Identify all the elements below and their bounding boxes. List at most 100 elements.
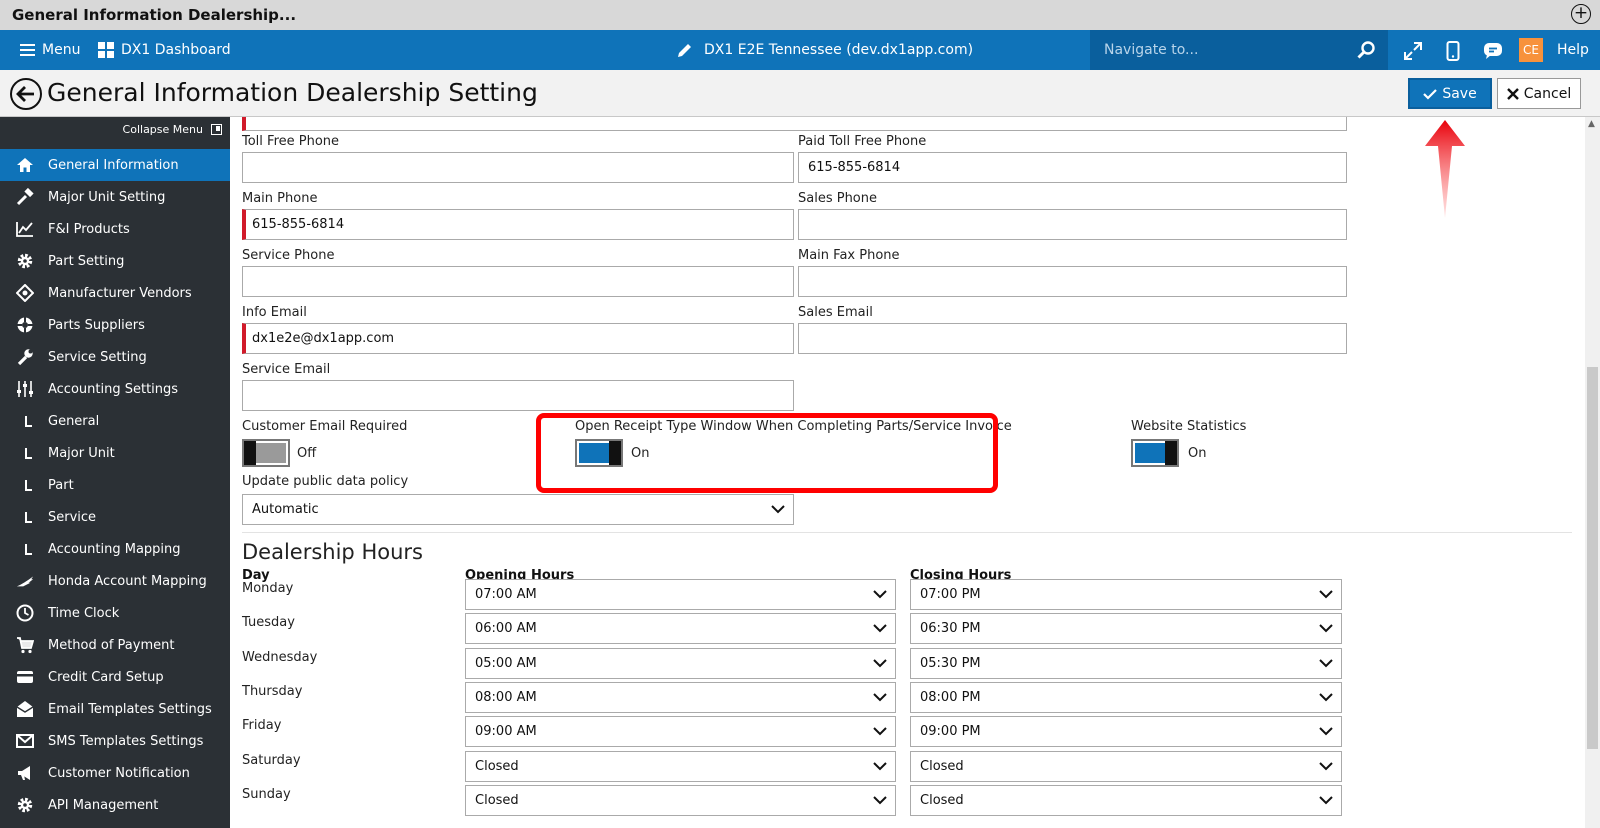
update-public-data-policy-select[interactable]: Automatic bbox=[242, 494, 794, 525]
mobile-phone-icon[interactable] bbox=[1442, 40, 1464, 62]
chevron-down-icon bbox=[1319, 796, 1333, 805]
sidebar-item-credit-card-setup[interactable]: Credit Card Setup bbox=[0, 661, 230, 693]
sidebar-item-customer-notification[interactable]: Customer Notification bbox=[0, 757, 230, 789]
main-fax-phone-label: Main Fax Phone bbox=[798, 248, 900, 263]
opening-hours-value: Closed bbox=[475, 758, 519, 774]
clock-icon bbox=[16, 604, 34, 622]
info-email-label: Info Email bbox=[242, 305, 307, 320]
sales-phone-input[interactable] bbox=[798, 209, 1347, 240]
closing-hours-select-monday[interactable]: 07:00 PM bbox=[910, 579, 1342, 610]
cancel-label: Cancel bbox=[1523, 85, 1572, 102]
chevron-down-icon bbox=[873, 658, 887, 668]
opening-hours-select-friday[interactable]: 09:00 AM bbox=[465, 716, 896, 748]
back-button[interactable] bbox=[10, 78, 42, 110]
navigate-input[interactable] bbox=[1104, 39, 1344, 61]
sidebar-item-part[interactable]: Part bbox=[0, 469, 230, 501]
sidebar-item-parts-suppliers[interactable]: Parts Suppliers bbox=[0, 309, 230, 341]
sidebar-item-major-unit-setting[interactable]: Major Unit Setting bbox=[0, 181, 230, 213]
sidebar-item-general[interactable]: General bbox=[0, 405, 230, 437]
scrollbar-thumb[interactable] bbox=[1587, 367, 1598, 749]
site-selector[interactable]: DX1 E2E Tennessee (dev.dx1app.com) bbox=[676, 30, 973, 70]
vertical-scrollbar[interactable]: ▲ bbox=[1585, 117, 1600, 828]
sidebar-item-email-templates-settings[interactable]: Email Templates Settings bbox=[0, 693, 230, 725]
credit-card-icon bbox=[16, 668, 34, 686]
lifebuoy-icon bbox=[16, 316, 34, 334]
sidebar-item-time-clock[interactable]: Time Clock bbox=[0, 597, 230, 629]
home-icon bbox=[16, 156, 34, 174]
sub-item-icon bbox=[16, 412, 34, 430]
paid-toll-free-phone-label: Paid Toll Free Phone bbox=[798, 134, 927, 149]
collapse-panel-icon bbox=[211, 124, 222, 135]
main-fax-phone-input[interactable] bbox=[798, 266, 1347, 297]
sidebar: Collapse Menu General Information Major U… bbox=[0, 117, 230, 828]
new-tab-plus-icon[interactable]: + bbox=[1571, 4, 1591, 24]
main-phone-input[interactable]: 615-855-6814 bbox=[242, 209, 794, 240]
sidebar-item-honda-account-mapping[interactable]: Honda Account Mapping bbox=[0, 565, 230, 597]
opening-hours-value: 05:00 AM bbox=[475, 655, 537, 671]
sidebar-item-accounting-settings[interactable]: Accounting Settings bbox=[0, 373, 230, 405]
website-statistics-state: On bbox=[1188, 446, 1207, 461]
wrench-icon bbox=[16, 348, 34, 366]
search-icon[interactable] bbox=[1356, 40, 1376, 60]
closing-hours-value: 09:00 PM bbox=[920, 724, 981, 740]
closing-hours-select-wednesday[interactable]: 05:30 PM bbox=[910, 647, 1342, 679]
fullscreen-icon[interactable] bbox=[1402, 40, 1424, 62]
sidebar-item-label: Accounting Mapping bbox=[48, 541, 181, 557]
sidebar-item-part-setting[interactable]: Part Setting bbox=[0, 245, 230, 277]
sidebar-item-general-information[interactable]: General Information bbox=[0, 149, 230, 181]
chat-icon[interactable] bbox=[1482, 40, 1504, 62]
sidebar-item-service-setting[interactable]: Service Setting bbox=[0, 341, 230, 373]
info-email-input[interactable]: dx1e2e@dx1app.com bbox=[242, 323, 794, 354]
checkmark-icon bbox=[1423, 88, 1438, 100]
sidebar-item-label: Manufacturer Vendors bbox=[48, 285, 192, 301]
sidebar-item-manufacturer-vendors[interactable]: Manufacturer Vendors bbox=[0, 277, 230, 309]
customer-email-required-state: Off bbox=[297, 446, 317, 461]
sidebar-item-accounting-mapping[interactable]: Accounting Mapping bbox=[0, 533, 230, 565]
chevron-down-icon bbox=[873, 590, 887, 599]
sales-email-input[interactable] bbox=[798, 323, 1347, 354]
user-avatar[interactable]: CE bbox=[1519, 38, 1543, 62]
section-divider bbox=[242, 532, 1572, 533]
opening-hours-select-thursday[interactable]: 08:00 AM bbox=[465, 681, 896, 713]
website-statistics-toggle[interactable] bbox=[1131, 439, 1179, 467]
opening-hours-select-saturday[interactable]: Closed bbox=[465, 750, 896, 782]
sidebar-item-major-unit[interactable]: Major Unit bbox=[0, 437, 230, 469]
sidebar-item-api-management[interactable]: API Management bbox=[0, 789, 230, 821]
dashboard-button[interactable]: DX1 Dashboard bbox=[98, 30, 231, 70]
top-navigation-bar: Menu DX1 Dashboard DX1 E2E Tennessee (de… bbox=[0, 30, 1600, 70]
customer-email-required-toggle[interactable] bbox=[242, 439, 290, 467]
closing-hours-value: 06:30 PM bbox=[920, 621, 981, 637]
chevron-down-icon bbox=[1319, 658, 1333, 668]
opening-hours-select-tuesday[interactable]: 06:00 AM bbox=[465, 613, 896, 645]
save-button[interactable]: Save bbox=[1408, 78, 1492, 109]
chevron-down-icon bbox=[1319, 693, 1333, 702]
collapse-menu-button[interactable]: Collapse Menu bbox=[123, 123, 222, 136]
opening-hours-select-monday[interactable]: 07:00 AM bbox=[465, 579, 896, 610]
toll-free-phone-input[interactable] bbox=[242, 152, 794, 183]
opening-hours-select-wednesday[interactable]: 05:00 AM bbox=[465, 647, 896, 679]
sidebar-item-service[interactable]: Service bbox=[0, 501, 230, 533]
timezone-field-partial[interactable] bbox=[242, 117, 1347, 131]
sidebar-item-label: Time Clock bbox=[48, 605, 120, 621]
help-link[interactable]: Help bbox=[1557, 30, 1589, 70]
sidebar-item-method-of-payment[interactable]: Method of Payment bbox=[0, 629, 230, 661]
closing-hours-select-friday[interactable]: 09:00 PM bbox=[910, 716, 1342, 748]
paid-toll-free-phone-input[interactable]: 615-855-6814 bbox=[798, 152, 1347, 183]
closing-hours-select-sunday[interactable]: Closed bbox=[910, 784, 1342, 816]
gear-icon bbox=[16, 252, 34, 270]
menu-button[interactable]: Menu bbox=[20, 30, 80, 70]
scroll-up-icon[interactable]: ▲ bbox=[1588, 119, 1595, 129]
opening-hours-select-sunday[interactable]: Closed bbox=[465, 784, 896, 816]
service-email-input[interactable] bbox=[242, 380, 794, 411]
closing-hours-select-tuesday[interactable]: 06:30 PM bbox=[910, 613, 1342, 645]
sidebar-item-f-i-products[interactable]: F&I Products bbox=[0, 213, 230, 245]
closing-hours-select-thursday[interactable]: 08:00 PM bbox=[910, 681, 1342, 713]
window-title: General Information Dealership... bbox=[12, 6, 297, 24]
closing-hours-select-saturday[interactable]: Closed bbox=[910, 750, 1342, 782]
sidebar-item-sms-templates-settings[interactable]: SMS Templates Settings bbox=[0, 725, 230, 757]
opening-hours-value: Closed bbox=[475, 792, 519, 808]
chevron-down-icon bbox=[873, 624, 887, 633]
service-phone-input[interactable] bbox=[242, 266, 794, 297]
sales-email-label: Sales Email bbox=[798, 305, 873, 320]
cancel-button[interactable]: Cancel bbox=[1497, 78, 1581, 109]
